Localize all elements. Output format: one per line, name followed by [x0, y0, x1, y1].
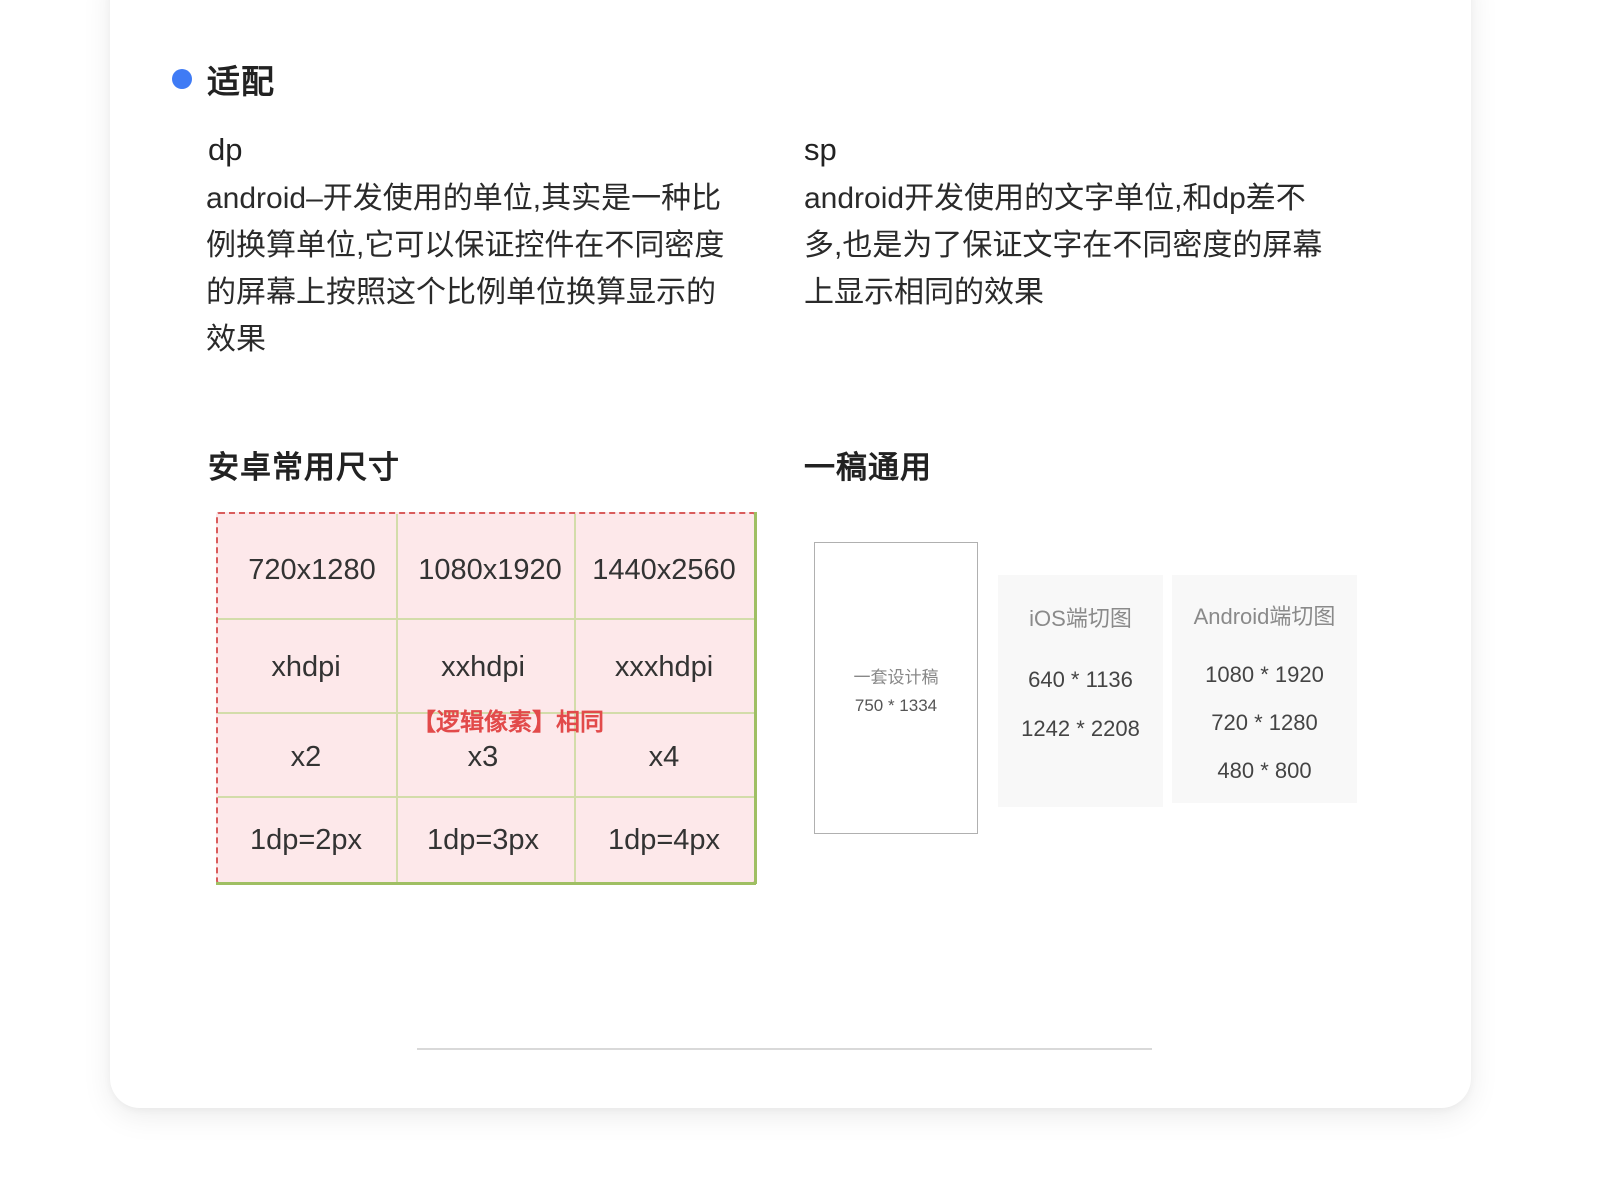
ios-panel: iOS端切图 640 * 1136 1242 * 2208 — [998, 575, 1163, 807]
table-divider — [218, 618, 754, 620]
android-panel-title: Android端切图 — [1193, 604, 1336, 629]
sp-description: android开发使用的文字单位,和dp差不 多,也是为了保证文字在不同密度的屏… — [804, 175, 1322, 316]
table-cell: 1440x2560 — [592, 554, 736, 586]
bullet-dot-icon — [172, 69, 192, 89]
ios-panel-title: iOS端切图 — [1029, 606, 1132, 631]
table-border — [754, 512, 757, 884]
section-title: 适配 — [207, 63, 275, 100]
footer-divider — [417, 1048, 1152, 1050]
table-border — [216, 882, 756, 885]
dp-line: 例换算单位,它可以保证控件在不同密度 — [206, 229, 725, 262]
table-cell: 1dp=4px — [607, 824, 721, 856]
table-cell: xxxhdpi — [614, 651, 714, 683]
table-cell: xxhdpi — [441, 651, 525, 683]
android-panel: Android端切图 1080 * 1920 720 * 1280 480 * … — [1172, 575, 1357, 803]
design-draft-size: 750 * 1334 — [854, 696, 938, 715]
android-size: 720 * 1280 — [1211, 710, 1318, 735]
ios-size: 640 * 1136 — [1028, 667, 1133, 692]
table-cell: x4 — [648, 741, 680, 773]
dp-line: android–开发使用的单位,其实是一种比 — [206, 182, 722, 215]
table-cell: 1080x1920 — [418, 554, 562, 586]
sp-line: android开发使用的文字单位,和dp差不 — [804, 182, 1306, 215]
sp-line: 上显示相同的效果 — [804, 276, 1044, 309]
design-draft-label: 一套设计稿 — [853, 668, 939, 687]
section-header: 适配 — [172, 55, 275, 103]
universal-title: 一稿通用 — [804, 450, 932, 485]
dp-term: dp — [208, 132, 243, 167]
android-size: 480 * 800 — [1217, 758, 1312, 783]
table-cell: x2 — [290, 741, 322, 773]
table-cell: xhdpi — [271, 651, 341, 683]
android-size-table: 720x1280 1080x1920 1440x2560 xhdpi xxhdp… — [216, 512, 757, 885]
table-cell: 1dp=3px — [426, 824, 540, 856]
table-cell: x3 — [467, 741, 499, 773]
ios-size: 1242 * 2208 — [1021, 716, 1140, 741]
table-divider — [574, 514, 576, 882]
logical-pixel-label: 【逻辑像素】相同 — [412, 709, 604, 736]
dp-line: 的屏幕上按照这个比例单位换算显示的 — [206, 276, 716, 309]
table-divider — [218, 796, 754, 798]
table-cell: 1dp=2px — [249, 824, 363, 856]
dp-line: 效果 — [206, 323, 266, 356]
dp-description: android–开发使用的单位,其实是一种比 例换算单位,它可以保证控件在不同密… — [206, 175, 724, 363]
android-sizes-title: 安卓常用尺寸 — [208, 450, 400, 485]
table-cell: 720x1280 — [248, 554, 376, 586]
table-divider — [396, 514, 398, 882]
android-size: 1080 * 1920 — [1205, 662, 1324, 687]
sp-line: 多,也是为了保证文字在不同密度的屏幕 — [804, 229, 1323, 262]
sp-term: sp — [804, 132, 837, 167]
design-draft-box: 一套设计稿 750 * 1334 — [814, 542, 978, 834]
